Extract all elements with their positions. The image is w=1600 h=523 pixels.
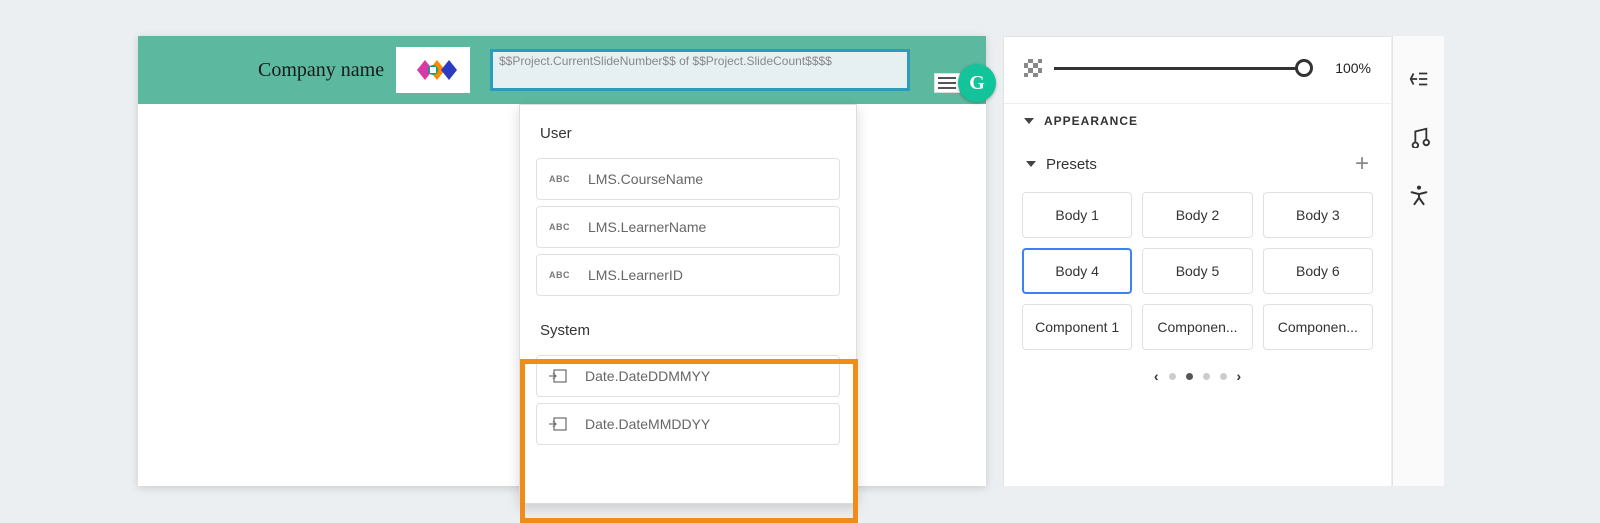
preset-item[interactable]: Componen... xyxy=(1142,304,1252,350)
variable-item[interactable]: ABC LMS.CourseName xyxy=(536,158,840,200)
variable-item[interactable]: ABC LMS.LearnerName xyxy=(536,206,840,248)
preset-item[interactable]: Body 2 xyxy=(1142,192,1252,238)
variable-item-label: LMS.LearnerName xyxy=(588,219,706,235)
header-bar: Company name $$Project.CurrentSlideNumbe… xyxy=(138,36,986,104)
company-name-label: Company name xyxy=(258,59,384,82)
grammarly-icon[interactable]: G xyxy=(958,64,996,102)
opacity-control: 100% xyxy=(1004,37,1391,103)
pager-dot[interactable] xyxy=(1186,373,1193,380)
slider-knob[interactable] xyxy=(1295,59,1313,77)
preset-pager: ‹ › xyxy=(1004,360,1391,392)
inspector-panel: 100% APPEARANCE Presets + Body 1 Body 2 … xyxy=(1003,36,1391,486)
company-logo xyxy=(396,47,470,93)
preset-grid: Body 1 Body 2 Body 3 Body 4 Body 5 Body … xyxy=(1004,186,1391,360)
variable-item-label: Date.DateMMDDYY xyxy=(585,416,710,432)
variable-item-label: LMS.CourseName xyxy=(588,171,703,187)
preset-item[interactable]: Body 6 xyxy=(1263,248,1373,294)
opacity-slider[interactable] xyxy=(1054,67,1311,70)
abc-icon: ABC xyxy=(549,174,570,184)
preset-item[interactable]: Componen... xyxy=(1263,304,1373,350)
appearance-label: APPEARANCE xyxy=(1044,114,1138,128)
abc-icon: ABC xyxy=(549,270,570,280)
interactions-icon[interactable] xyxy=(1408,68,1430,90)
pager-dot[interactable] xyxy=(1169,373,1176,380)
variable-item[interactable]: Date.DateDDMMYY xyxy=(536,355,840,397)
accessibility-icon[interactable] xyxy=(1408,184,1430,206)
variable-item-label: LMS.LearnerID xyxy=(588,267,683,283)
slide-canvas: Company name $$Project.CurrentSlideNumbe… xyxy=(138,36,986,486)
appearance-section-header[interactable]: APPEARANCE xyxy=(1004,103,1391,138)
pager-prev[interactable]: ‹ xyxy=(1154,368,1159,384)
transparency-icon xyxy=(1024,59,1042,77)
chevron-down-icon xyxy=(1024,118,1034,124)
variable-item[interactable]: Date.DateMMDDYY xyxy=(536,403,840,445)
pager-next[interactable]: › xyxy=(1237,368,1242,384)
side-icon-rail xyxy=(1392,36,1444,486)
preset-item[interactable]: Component 1 xyxy=(1022,304,1132,350)
logo-icon xyxy=(405,52,461,88)
section-user-label: User xyxy=(520,105,856,152)
add-preset-button[interactable]: + xyxy=(1355,150,1369,178)
variable-text-field[interactable]: $$Project.CurrentSlideNumber$$ of $$Proj… xyxy=(490,49,910,91)
presets-label: Presets xyxy=(1046,156,1097,173)
variable-text-content: $$Project.CurrentSlideNumber$$ of $$Proj… xyxy=(499,54,832,70)
presets-header[interactable]: Presets xyxy=(1026,156,1097,173)
preset-item[interactable]: Body 3 xyxy=(1263,192,1373,238)
hamburger-menu-icon[interactable] xyxy=(934,73,960,93)
section-system-label: System xyxy=(520,302,856,349)
abc-icon: ABC xyxy=(549,222,570,232)
audio-icon[interactable] xyxy=(1408,126,1430,148)
variable-item[interactable]: ABC LMS.LearnerID xyxy=(536,254,840,296)
pager-dot[interactable] xyxy=(1220,373,1227,380)
chevron-down-icon xyxy=(1026,161,1036,167)
variable-dropdown: User ABC LMS.CourseName ABC LMS.LearnerN… xyxy=(519,104,857,504)
preset-item[interactable]: Body 1 xyxy=(1022,192,1132,238)
variable-item-label: Date.DateDDMMYY xyxy=(585,368,710,384)
system-var-icon xyxy=(549,369,567,383)
system-var-icon xyxy=(549,417,567,431)
opacity-value: 100% xyxy=(1323,60,1371,76)
pager-dot[interactable] xyxy=(1203,373,1210,380)
preset-item[interactable]: Body 4 xyxy=(1022,248,1132,294)
preset-item[interactable]: Body 5 xyxy=(1142,248,1252,294)
